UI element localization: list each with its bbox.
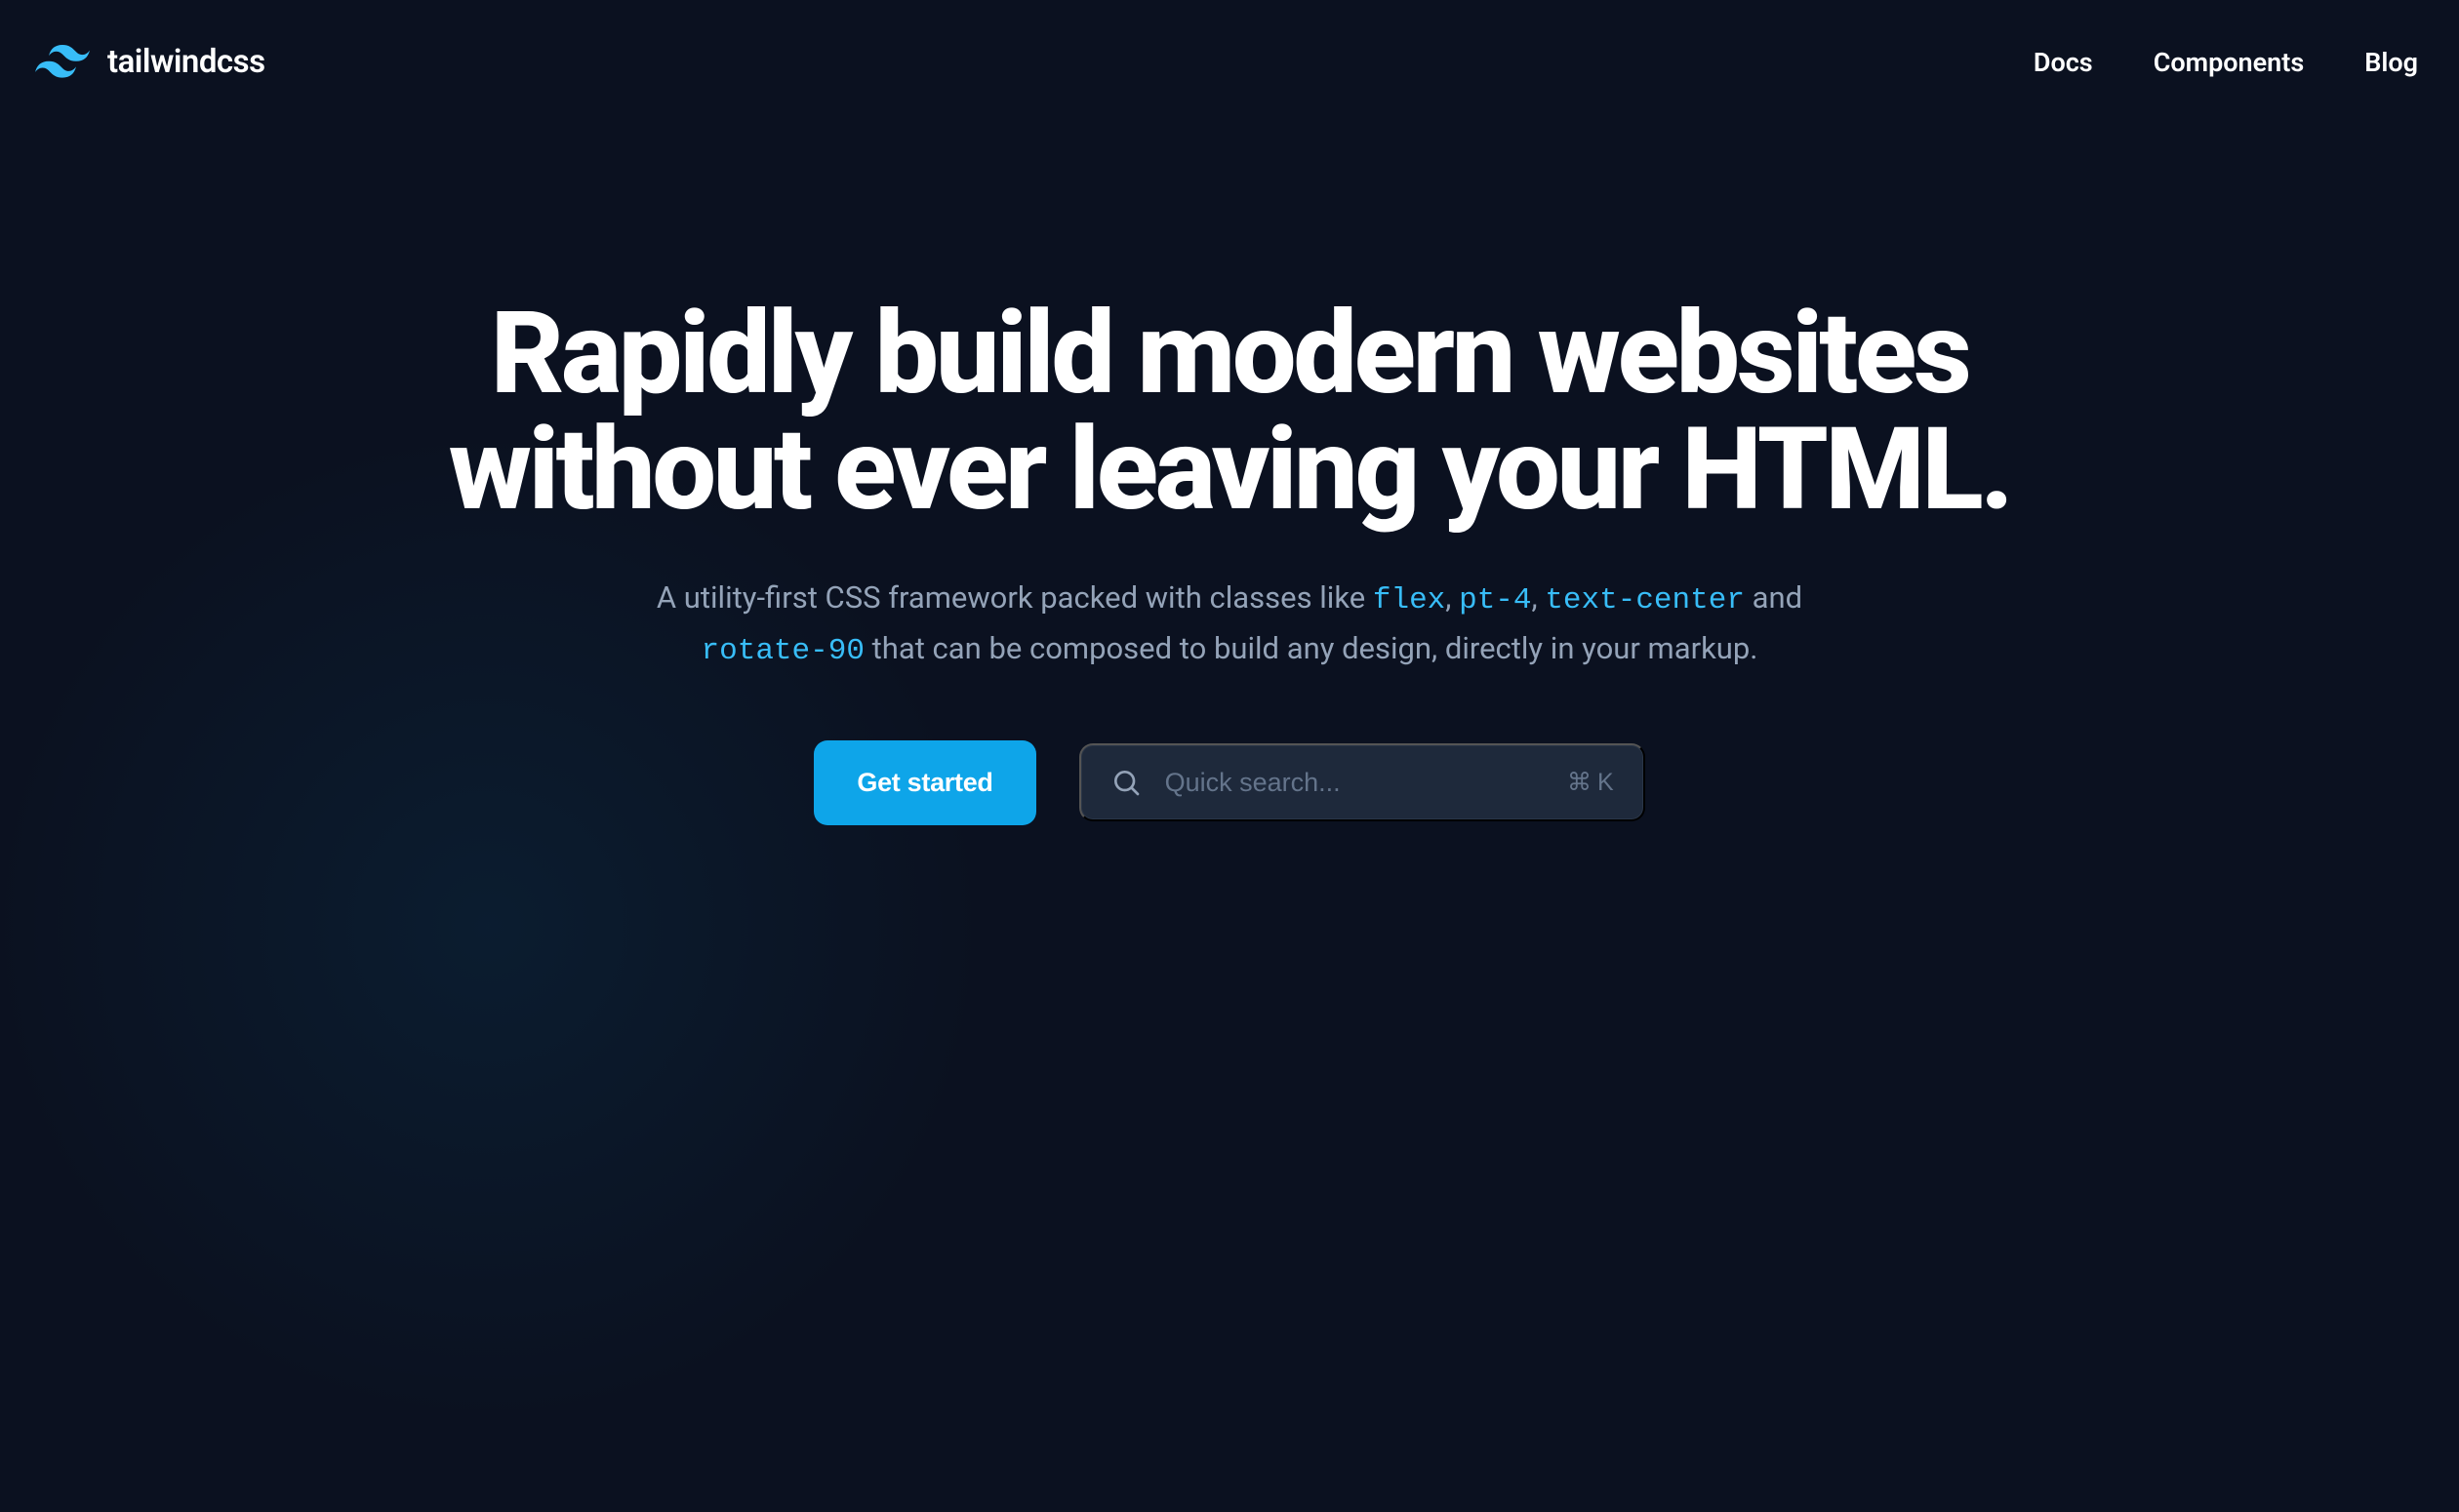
shortcut-key: K	[1597, 769, 1614, 797]
subtitle-and: and	[1745, 579, 1802, 616]
hero-actions: Get started Quick search... ⌘ K	[0, 740, 2459, 825]
primary-nav: Docs Components Blog	[2034, 47, 2418, 78]
site-header: tailwindcss Docs Components Blog	[0, 0, 2459, 124]
code-class-textcenter: text-center	[1545, 583, 1745, 617]
subtitle-sep-2: ,	[1532, 579, 1546, 616]
hero-title-line-2: without ever leaving your HTML.	[449, 402, 2011, 537]
hero-heading: Rapidly build modern websites without ev…	[0, 296, 2459, 529]
brand-name: tailwindcss	[107, 43, 265, 81]
nav-link-blog[interactable]: Blog	[2364, 47, 2418, 78]
search-icon	[1110, 767, 1142, 798]
hero-subtitle: A utility-first CSS framework packed wit…	[498, 574, 1961, 676]
hero-title-line-1: Rapidly build modern websites	[491, 286, 1969, 420]
nav-link-components[interactable]: Components	[2154, 47, 2305, 78]
subtitle-sep-1: ,	[1445, 579, 1459, 616]
code-class-pt4: pt-4	[1459, 583, 1531, 617]
hero-section: Rapidly build modern websites without ev…	[0, 124, 2459, 825]
subtitle-pre: A utility-first CSS framework packed wit…	[657, 579, 1373, 616]
search-placeholder: Quick search...	[1165, 768, 1567, 798]
subtitle-post: that can be composed to build any design…	[865, 630, 1758, 666]
code-class-rotate90: rotate-90	[702, 634, 865, 668]
quick-search-button[interactable]: Quick search... ⌘ K	[1079, 743, 1645, 821]
tailwind-logo-icon	[35, 45, 90, 80]
code-class-flex: flex	[1373, 583, 1445, 617]
nav-link-docs[interactable]: Docs	[2034, 47, 2093, 78]
search-shortcut: ⌘ K	[1567, 768, 1614, 797]
brand-logo[interactable]: tailwindcss	[35, 43, 265, 81]
get-started-button[interactable]: Get started	[814, 740, 1035, 825]
shortcut-cmd-icon: ⌘	[1567, 768, 1592, 797]
